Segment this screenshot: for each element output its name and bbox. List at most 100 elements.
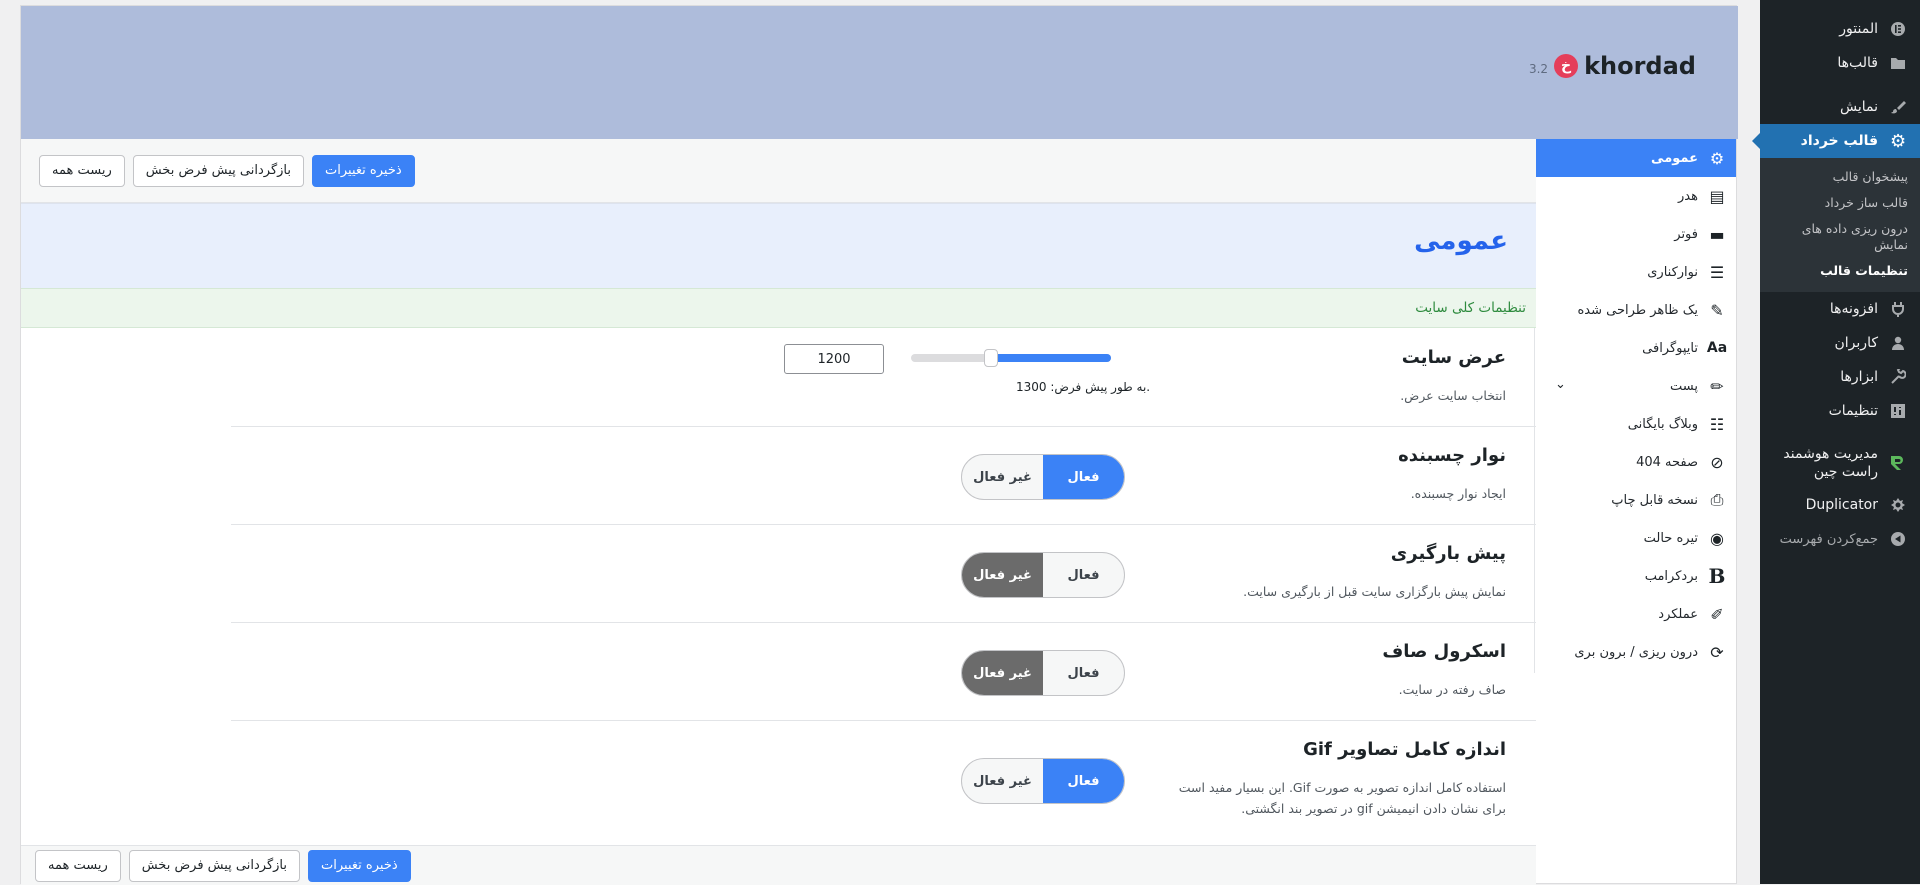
admin-menu-label: قالب خرداد [1800, 133, 1878, 149]
tab-label: تایپوگرافی [1642, 340, 1698, 356]
save-button-bottom[interactable]: ذخیره تغییرات [308, 849, 411, 882]
page-heading-bar: عمومی [21, 203, 1536, 288]
smooth-scroll-toggle[interactable]: غیر فعال فعال [961, 650, 1125, 696]
reset-all-button-bottom[interactable]: ریست همه [35, 849, 121, 882]
tab-sidebar[interactable]: ☰ نوارکناری [1535, 253, 1736, 291]
tab-broom[interactable]: ✐ عملکرد [1535, 595, 1736, 633]
admin-sidebar: المنتور قالب‌ها نمایش ⚙ قالب خرداد پیشخو… [1752, 0, 1920, 884]
gif-fullsize-toggle[interactable]: غیر فعال فعال [961, 758, 1125, 804]
setting-description: صاف رفته در سایت. [1398, 682, 1506, 697]
tab-label: عمومی [1651, 150, 1698, 166]
admin-menu-tools[interactable]: ابزارها [1760, 360, 1920, 394]
plugin-icon [1888, 299, 1908, 319]
toggle-on-option[interactable]: فعال [1043, 759, 1124, 803]
tab-list[interactable]: ☷ وبلاگ بایگانی [1535, 405, 1736, 443]
tab-pencil[interactable]: ✏ پست ⌄ [1535, 367, 1736, 405]
theme-options-panel: 3.2 خ khordad ⚙ عمومی ▤ هدر ▬ فوتر ☰ نوارکناری ✎… [20, 5, 1738, 885]
admin-menu-khordad[interactable]: ⚙ قالب خرداد [1752, 124, 1920, 158]
toggle-off-option[interactable]: غیر فعال [962, 759, 1043, 803]
admin-menu-plugins[interactable]: افزونه‌ها [1760, 292, 1920, 326]
admin-menu-label: کاربران [1834, 335, 1878, 351]
save-button[interactable]: ذخیره تغییرات [312, 154, 415, 187]
toggle-off-option[interactable]: غیر فعال [962, 553, 1043, 597]
preloader-toggle[interactable]: غیر فعال فعال [961, 552, 1125, 598]
submenu-builder[interactable]: قالب ساز خرداد [1760, 190, 1920, 216]
admin-menu-templates[interactable]: قالب‌ها [1760, 46, 1920, 80]
admin-menu-label: قالب‌ها [1837, 55, 1878, 71]
admin-menu-users[interactable]: کاربران [1760, 326, 1920, 360]
submenu-demo-import[interactable]: درون ریزی داده های نمایش [1760, 216, 1920, 258]
footer-icon: ▬ [1709, 224, 1725, 244]
tab-gear[interactable]: ⚙ عمومی [1535, 139, 1736, 177]
admin-menu-label: المنتور [1839, 21, 1878, 37]
tab-brush[interactable]: ✎ یک ظاهر طراحی شده [1535, 291, 1736, 329]
tab-label: درون ریزی / برون بری [1574, 644, 1698, 660]
tab-bold-b[interactable]: B بردکرامب [1535, 557, 1736, 595]
submenu-theme-settings[interactable]: تنظیمات قالب [1760, 258, 1920, 284]
play-circle-icon [1888, 529, 1908, 549]
tab-printer[interactable]: ⎙ نسخه قابل چاپ [1535, 481, 1736, 519]
brush-icon: ✎ [1710, 300, 1724, 320]
admin-menu-label: افزونه‌ها [1829, 301, 1878, 317]
tab-label: هدر [1678, 188, 1698, 204]
version-label: 3.2 [1528, 62, 1549, 76]
tab-label: یک ظاهر طراحی شده [1577, 302, 1698, 318]
setting-label: اسکرول صاف [1382, 641, 1506, 662]
list-icon: ☷ [1709, 414, 1725, 434]
setting-description: نمایش پیش بارگزاری سایت قبل از بارگیری س… [1243, 584, 1506, 599]
toggle-on-option[interactable]: فعال [1043, 553, 1124, 597]
admin-menu-label: تنظیمات [1828, 403, 1878, 419]
users-icon [1888, 333, 1908, 353]
setting-row-site-width: عرض سایت انتخاب سایت عرض. .به طور پیش فر… [231, 329, 1536, 427]
brand-name: khordad [1584, 52, 1696, 80]
toggle-off-option[interactable]: غیر فعال [962, 651, 1043, 695]
slider-handle[interactable] [984, 349, 998, 367]
admin-menu-elementor[interactable]: المنتور [1760, 12, 1920, 46]
reset-section-button[interactable]: بازگردانی پیش فرض بخش [132, 154, 305, 187]
options-banner: 3.2 خ khordad [21, 6, 1738, 139]
duplicator-icon [1888, 495, 1908, 515]
setting-description: استفاده کامل اندازه تصویر به صورت Gif. ا… [1178, 780, 1506, 816]
admin-menu-rtl-smart[interactable]: مدیریت هوشمند راست چین [1760, 438, 1920, 488]
tab-dark-mode[interactable]: ◉ تیره حالت [1535, 519, 1736, 557]
setting-description: ایجاد نوار چسبنده. [1410, 486, 1506, 501]
dark-mode-icon: ◉ [1710, 528, 1724, 548]
bottom-toolbar: ریست همه بازگردانی پیش فرض بخش ذخیره تغی… [21, 845, 1536, 885]
tab-header[interactable]: ▤ هدر [1535, 177, 1736, 215]
reset-all-button[interactable]: ریست همه [39, 154, 125, 187]
sticky-nav-toggle[interactable]: غیر فعال فعال [961, 454, 1125, 500]
submenu-dashboard[interactable]: پیشخوان قالب [1760, 164, 1920, 190]
chevron-down-icon[interactable]: ⌄ [1555, 377, 1566, 392]
toggle-on-option[interactable]: فعال [1043, 455, 1124, 499]
sidebar-icon: ☰ [1709, 262, 1725, 282]
site-width-input[interactable] [784, 344, 884, 374]
admin-menu-appearance[interactable]: نمایش [1760, 90, 1920, 124]
tab-block[interactable]: ⊘ صفحه 404 [1535, 443, 1736, 481]
admin-menu-label: مدیریت هوشمند راست چین [1783, 446, 1878, 480]
admin-menu-collapse[interactable]: جمع‌کردن فهرست [1760, 522, 1920, 556]
tab-label: تیره حالت [1643, 530, 1698, 546]
tab-footer[interactable]: ▬ فوتر [1535, 215, 1736, 253]
toggle-off-option[interactable]: غیر فعال [962, 455, 1043, 499]
tab-label: صفحه 404 [1636, 454, 1698, 470]
setting-label: نوار چسبنده [1398, 445, 1506, 466]
setting-row-smooth-scroll: اسکرول صاف صاف رفته در سایت. غیر فعال فع… [231, 623, 1536, 721]
header-icon: ▤ [1709, 186, 1725, 206]
brush-icon [1888, 97, 1908, 117]
tab-sync[interactable]: ⟳ درون ریزی / برون بری [1535, 633, 1736, 671]
sync-icon: ⟳ [1710, 642, 1724, 662]
section-header: تنظیمات کلی سایت [21, 288, 1536, 328]
tab-typography[interactable]: Aa تایپوگرافی [1535, 329, 1736, 367]
gear-icon: ⚙ [1709, 148, 1725, 168]
elementor-icon [1888, 19, 1908, 39]
slider-fill [991, 354, 1111, 362]
default-value-note: .به طور پیش فرض: 1300 [1016, 380, 1151, 394]
admin-menu-duplicator[interactable]: Duplicator [1760, 488, 1920, 522]
reset-section-button-bottom[interactable]: بازگردانی پیش فرض بخش [128, 849, 301, 882]
tab-label: فوتر [1674, 226, 1698, 242]
admin-menu-settings[interactable]: تنظیمات [1760, 394, 1920, 428]
admin-menu-label: نمایش [1839, 99, 1878, 115]
site-width-slider[interactable] [911, 349, 1111, 367]
admin-submenu: پیشخوان قالب قالب ساز خرداد درون ریزی دا… [1760, 158, 1920, 292]
toggle-on-option[interactable]: فعال [1043, 651, 1124, 695]
